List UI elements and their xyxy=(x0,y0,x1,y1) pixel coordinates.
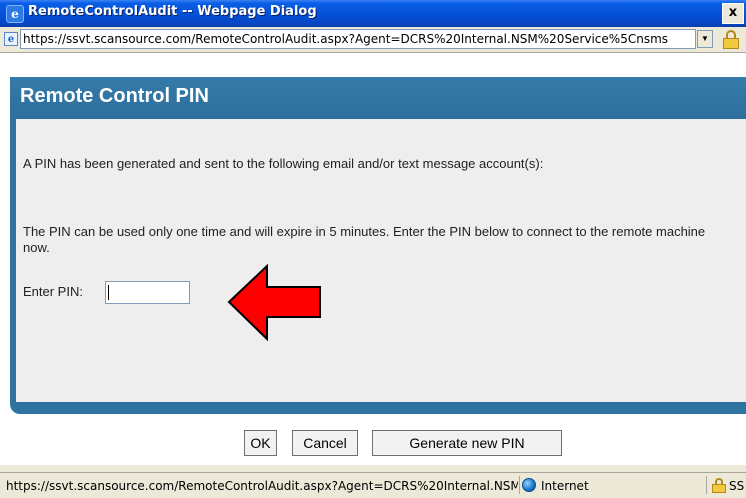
lock-icon[interactable] xyxy=(722,30,740,50)
panel-body: A PIN has been generated and sent to the… xyxy=(10,119,746,456)
security-zone: Internet xyxy=(541,479,589,493)
chevron-down-icon: ▼ xyxy=(701,34,709,43)
url-dropdown-button[interactable]: ▼ xyxy=(697,30,713,48)
panel-title: Remote Control PIN xyxy=(20,85,209,107)
status-url: https://ssvt.scansource.com/RemoteContro… xyxy=(6,479,518,493)
pin-input[interactable] xyxy=(105,281,190,304)
page-icon: e xyxy=(4,32,18,46)
panel-header: Remote Control PIN xyxy=(10,77,746,119)
generate-new-pin-button[interactable]: Generate new PIN xyxy=(372,430,562,456)
pin-label: Enter PIN: xyxy=(23,284,83,299)
internet-zone-icon xyxy=(522,478,536,492)
secure-lock-icon[interactable] xyxy=(712,478,726,493)
window-title: RemoteControlAudit -- Webpage Dialog xyxy=(28,4,317,19)
dialog-content: Remote Control PIN A PIN has been genera… xyxy=(0,53,746,465)
status-separator xyxy=(519,476,520,494)
address-bar: e https://ssvt.scansource.com/RemoteCont… xyxy=(0,27,746,53)
pin-instructions: The PIN can be used only one time and wi… xyxy=(23,224,706,255)
status-separator xyxy=(706,476,707,494)
ie-icon: e xyxy=(6,5,24,23)
pin-sent-message: A PIN has been generated and sent to the… xyxy=(23,156,544,171)
red-arrow-annotation xyxy=(227,264,321,342)
status-bar: https://ssvt.scansource.com/RemoteContro… xyxy=(0,472,746,498)
dialog-title-bar: e RemoteControlAudit -- Webpage Dialog x xyxy=(0,0,746,27)
panel-footer xyxy=(10,402,746,414)
url-field[interactable]: https://ssvt.scansource.com/RemoteContro… xyxy=(20,29,696,49)
ok-button[interactable]: OK xyxy=(244,430,277,456)
security-status: SS xyxy=(729,479,745,493)
close-button[interactable]: x xyxy=(722,3,744,24)
cancel-button[interactable]: Cancel xyxy=(292,430,358,456)
text-caret xyxy=(108,285,109,300)
